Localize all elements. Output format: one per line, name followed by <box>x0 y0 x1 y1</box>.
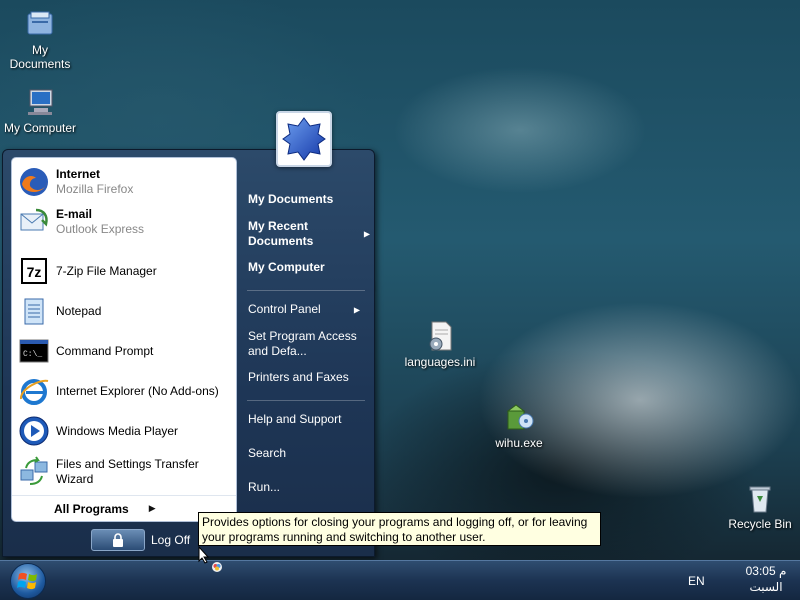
recent-item-internet-explorer[interactable]: Internet Explorer (No Add-ons) <box>18 373 232 409</box>
menu-item-help-support[interactable]: Help and Support <box>248 412 372 427</box>
recent-item-media-player[interactable]: Windows Media Player <box>18 413 232 449</box>
menu-separator <box>247 400 365 401</box>
transfer-wizard-icon <box>20 456 48 485</box>
recent-item-label: Notepad <box>56 303 102 318</box>
7zip-icon: 7z <box>21 258 47 284</box>
desktop-icon-recycle-bin[interactable]: Recycle Bin <box>720 482 800 531</box>
desktop-icon-my-computer[interactable]: My Computer <box>0 86 80 135</box>
recent-item-label: Files and Settings Transfer Wizard <box>56 457 199 486</box>
taskbar: EN 03:05 م السبت <box>0 560 800 600</box>
lock-icon <box>91 529 145 551</box>
start-menu-programs-pane: Internet Mozilla Firefox E-mail Outlook … <box>11 157 237 522</box>
menu-item-label: Printers and Faxes <box>248 370 349 384</box>
menu-item-my-recent-documents[interactable]: My Recent Documents ▶ <box>248 219 370 249</box>
all-programs-label: All Programs <box>54 501 129 516</box>
menu-item-label: Search <box>248 446 287 460</box>
recent-item-notepad[interactable]: Notepad <box>18 293 232 329</box>
menu-item-label: Set Program Access and Defa... <box>248 329 357 358</box>
desktop-icon-label: My Computer <box>3 121 77 135</box>
language-indicator[interactable]: EN <box>688 574 705 588</box>
ini-file-icon <box>429 321 452 351</box>
menu-item-search[interactable]: Search <box>248 446 372 461</box>
internet-explorer-icon <box>20 379 49 405</box>
start-menu: Internet Mozilla Firefox E-mail Outlook … <box>2 149 375 557</box>
start-button[interactable] <box>10 563 46 599</box>
desktop-icon-my-documents[interactable]: My Documents <box>0 8 80 71</box>
clock-time: 03:05 م <box>745 564 787 578</box>
menu-item-label: My Documents <box>248 192 334 206</box>
recent-item-label: Windows Media Player <box>56 423 179 438</box>
desktop-icon-label: languages.ini <box>404 355 476 369</box>
color-ball-icon <box>212 562 222 572</box>
taskbar-clock[interactable]: 03:05 م السبت <box>736 563 796 595</box>
mouse-cursor-icon <box>198 546 210 564</box>
menu-item-label: Run... <box>248 480 281 494</box>
menu-item-control-panel[interactable]: Control Panel ▶ <box>248 302 372 317</box>
desktop-icon-wihu-exe[interactable]: wihu.exe <box>479 401 559 450</box>
desktop-icon-label: Recycle Bin <box>728 517 792 531</box>
menu-item-my-computer[interactable]: My Computer <box>248 260 372 275</box>
my-documents-icon <box>27 11 53 35</box>
menu-separator <box>247 290 365 291</box>
log-off-label: Log Off <box>151 533 191 547</box>
command-prompt-icon: C:\_ <box>19 339 49 363</box>
pinned-item-title: E-mail <box>56 207 93 221</box>
recent-item-label: 7-Zip File Manager <box>56 263 157 278</box>
recent-item-label: Internet Explorer (No Add-ons) <box>56 383 219 398</box>
recent-item-label: Command Prompt <box>56 343 154 358</box>
svg-text:7z: 7z <box>27 264 42 280</box>
start-menu-places-pane: My Documents My Recent Documents ▶ My Co… <box>239 150 374 522</box>
menu-item-label: My Recent Documents <box>248 219 314 248</box>
recycle-bin-icon <box>749 486 771 513</box>
pinned-item-subtitle: Outlook Express <box>56 222 145 236</box>
arrow-right-icon: ▶ <box>353 305 360 314</box>
desktop-icon-label: wihu.exe <box>495 436 543 450</box>
pinned-item-internet[interactable]: Internet Mozilla Firefox <box>18 164 232 200</box>
desktop-icon-label: My Documents <box>9 43 71 71</box>
firefox-icon <box>20 168 48 196</box>
pinned-item-title: Internet <box>56 167 101 181</box>
recent-item-7zip[interactable]: 7z 7-Zip File Manager <box>18 253 232 289</box>
user-picture[interactable] <box>276 111 332 167</box>
pinned-item-subtitle: Mozilla Firefox <box>56 182 134 196</box>
setup-exe-icon <box>506 404 534 430</box>
desktop-icon-languages-ini[interactable]: languages.ini <box>400 320 480 369</box>
arrow-right-icon: ▶ <box>363 229 370 239</box>
clock-day: السبت <box>749 580 783 594</box>
menu-item-label: Control Panel <box>248 302 321 316</box>
menu-item-my-documents[interactable]: My Documents <box>248 192 372 207</box>
notepad-icon <box>24 298 44 325</box>
pinned-item-email[interactable]: E-mail Outlook Express <box>18 204 232 240</box>
windows-logo-icon <box>17 572 37 590</box>
menu-item-label: Help and Support <box>248 412 342 426</box>
media-player-icon <box>19 416 49 446</box>
menu-item-label: My Computer <box>248 260 325 274</box>
outlook-express-icon <box>20 208 48 231</box>
my-computer-icon <box>28 89 53 115</box>
menu-item-set-program-access[interactable]: Set Program Access and Defa... <box>248 329 368 359</box>
recent-item-command-prompt[interactable]: C:\_ Command Prompt <box>18 333 232 369</box>
user-star-icon <box>282 117 326 161</box>
menu-item-printers-faxes[interactable]: Printers and Faxes <box>248 370 372 385</box>
svg-text:C:\_: C:\_ <box>23 350 42 359</box>
log-off-button[interactable]: Log Off <box>91 528 203 552</box>
menu-item-run[interactable]: Run... <box>248 480 372 495</box>
arrow-right-icon: ▶ <box>148 503 156 513</box>
log-off-tooltip: Provides options for closing your progra… <box>198 512 601 546</box>
recent-item-transfer-wizard[interactable]: Files and Settings Transfer Wizard <box>18 454 232 490</box>
